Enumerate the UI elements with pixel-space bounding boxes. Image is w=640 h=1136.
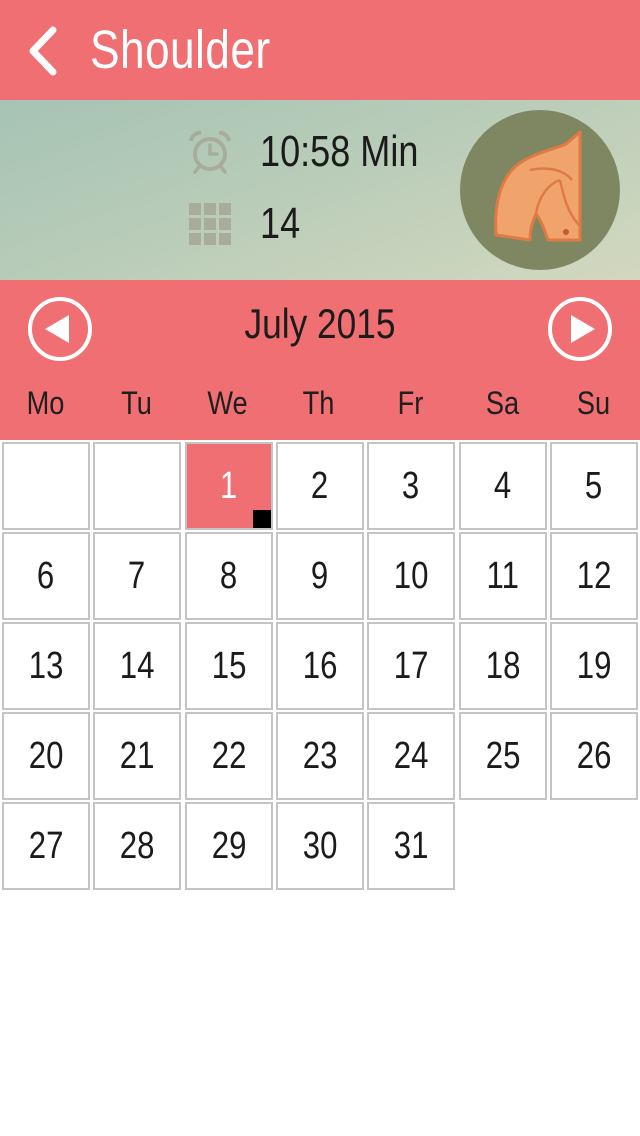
day-cell[interactable]: 5 [550,442,638,530]
arrow-right-circle-icon [548,297,612,361]
day-number: 20 [28,734,64,777]
day-number: 9 [311,554,329,597]
workout-done-marker [253,510,271,528]
day-number: 18 [485,644,521,687]
day-number: 2 [311,464,329,507]
day-cell[interactable]: 12 [550,532,638,620]
day-number: 23 [302,734,338,777]
day-cell[interactable]: 16 [276,622,364,710]
page-title: Shoulder [90,20,271,80]
arrow-left-circle-icon [28,297,92,361]
day-number: 24 [393,734,429,777]
day-number: 5 [585,464,603,507]
day-cell[interactable]: 15 [185,622,273,710]
day-number: 10 [393,554,429,597]
alarm-clock-icon [186,128,234,176]
day-number: 17 [393,644,429,687]
day-cell[interactable]: 2 [276,442,364,530]
day-number: 4 [494,464,512,507]
weekday-label: We [207,385,248,421]
day-cell[interactable]: 26 [550,712,638,800]
day-cell[interactable]: 6 [2,532,90,620]
day-cell[interactable]: 10 [367,532,455,620]
day-cell[interactable]: 18 [459,622,547,710]
month-label: July 2015 [244,300,396,347]
day-cell[interactable]: 23 [276,712,364,800]
weekday-label: Mo [26,385,65,421]
day-number: 29 [211,824,247,867]
day-number: 15 [211,644,247,687]
day-number: 16 [302,644,338,687]
day-cell[interactable]: 13 [2,622,90,710]
day-number: 28 [119,824,155,867]
empty-day-cell [93,442,181,530]
day-number: 11 [486,554,520,597]
day-number: 1 [220,464,238,507]
weekday-label: Fr [397,385,424,421]
day-cell[interactable]: 20 [2,712,90,800]
weekday-label: Su [576,385,611,421]
day-number: 3 [402,464,420,507]
shoulder-muscle-illustration [460,110,620,270]
day-number: 30 [302,824,338,867]
day-cell[interactable]: 19 [550,622,638,710]
chevron-left-icon [29,26,57,76]
weekday-label: Sa [485,385,520,421]
duration-stat: 10:58 Min [186,122,453,182]
day-cell[interactable]: 7 [93,532,181,620]
day-cell[interactable]: 4 [459,442,547,530]
day-cell[interactable]: 28 [93,802,181,890]
weekday-row: Mo Tu We Th Fr Sa Su [0,378,640,428]
day-cell[interactable]: 29 [185,802,273,890]
empty-day-cell [2,442,90,530]
day-cell[interactable]: 9 [276,532,364,620]
day-number: 31 [393,824,429,867]
day-cell[interactable]: 31 [367,802,455,890]
day-number: 8 [220,554,238,597]
day-number: 6 [37,554,55,597]
back-button[interactable] [22,26,62,76]
day-number: 22 [211,734,247,777]
day-number: 7 [128,554,146,597]
day-cell[interactable]: 30 [276,802,364,890]
duration-value: 10:58 Min [260,127,419,176]
top-bar: Shoulder [0,0,640,100]
day-cell-selected[interactable]: 1 [185,442,273,530]
weekday-label: Tu [121,385,152,421]
day-number: 26 [576,734,612,777]
day-cell[interactable]: 8 [185,532,273,620]
day-cell[interactable]: 22 [185,712,273,800]
grid-icon [186,200,234,248]
day-number: 21 [119,734,155,777]
day-cell[interactable]: 25 [459,712,547,800]
day-cell[interactable]: 14 [93,622,181,710]
day-number: 12 [576,554,612,597]
day-cell[interactable]: 21 [93,712,181,800]
day-number: 14 [119,644,155,687]
next-month-button[interactable] [547,296,613,362]
day-cell[interactable]: 17 [367,622,455,710]
calendar-grid: 1 2 3 4 5 6 7 8 9 10 11 12 13 14 15 16 17 18 19 20 21 22 23 24 2… [0,440,640,900]
day-number: 19 [576,644,612,687]
day-number: 27 [28,824,64,867]
weekday-label: Th [302,385,335,421]
day-cell[interactable]: 3 [367,442,455,530]
day-cell[interactable]: 27 [2,802,90,890]
previous-month-button[interactable] [27,296,93,362]
day-cell[interactable]: 24 [367,712,455,800]
day-cell[interactable]: 11 [459,532,547,620]
day-number: 25 [485,734,521,777]
exercise-count-value: 14 [260,199,301,248]
day-number: 13 [28,644,64,687]
exercise-count-stat: 14 [186,194,309,254]
